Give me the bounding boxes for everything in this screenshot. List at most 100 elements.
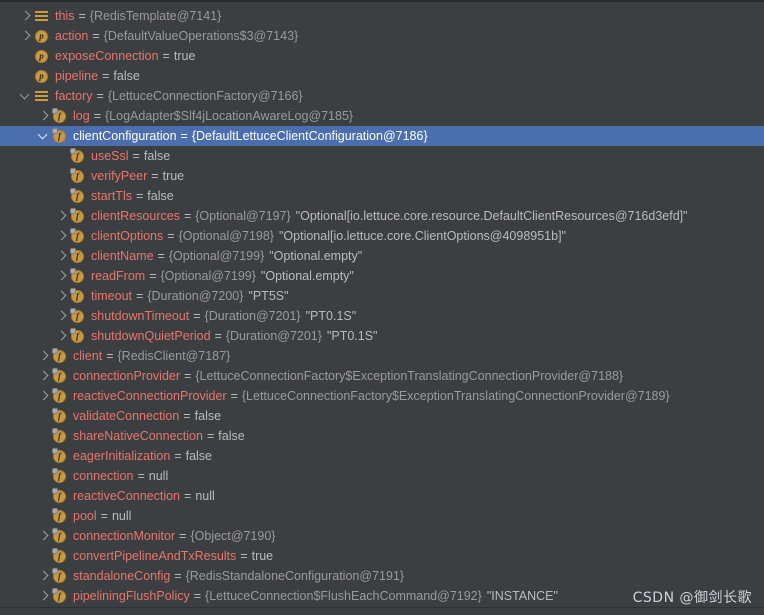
chevron-down-icon[interactable] [19, 86, 34, 106]
equals-sign: = [92, 29, 100, 43]
private-field-icon: f [52, 346, 69, 366]
value-string-preview: "Optional[io.lettuce.core.resource.Defau… [295, 209, 688, 223]
chevron-down-icon[interactable] [37, 126, 52, 146]
variable-name: pool [73, 509, 97, 523]
variable-name: connectionProvider [73, 369, 181, 383]
equals-sign: = [214, 329, 222, 343]
tree-row[interactable]: p exposeConnection = true [0, 46, 764, 66]
tree-row[interactable]: f pool = null [0, 506, 764, 526]
tree-row[interactable]: f startTls = false [0, 186, 764, 206]
chevron-right-icon[interactable] [55, 266, 70, 286]
variable-name: pipeline [55, 69, 99, 83]
chevron-right-icon[interactable] [37, 386, 52, 406]
variable-value: false [218, 429, 245, 443]
variable-value: false [143, 149, 171, 163]
variable-value: null [195, 489, 215, 503]
object-reference: {Optional@7197} [195, 209, 291, 223]
tree-row[interactable]: f shutdownTimeout = {Duration@7201} "PT0.1S" [0, 306, 764, 326]
chevron-right-icon[interactable] [55, 326, 70, 346]
variable-name: readFrom [91, 269, 146, 283]
chevron-right-icon[interactable] [55, 306, 70, 326]
tree-row[interactable]: f clientOptions = {Optional@7198} "Optional[… [0, 226, 764, 246]
object-reference: {Duration@7201} [225, 329, 322, 343]
chevron-right-icon[interactable] [37, 366, 52, 386]
variable-name: verifyPeer [91, 169, 148, 183]
chevron-right-icon[interactable] [37, 526, 52, 546]
chevron-right-icon[interactable] [55, 206, 70, 226]
parameter-icon: p [34, 46, 51, 66]
equals-sign: = [240, 549, 248, 563]
tree-row[interactable]: f convertPipelineAndTxResults = true [0, 546, 764, 566]
tree-row[interactable]: f clientResources = {Optional@7197} "Optiona… [0, 206, 764, 226]
tree-row[interactable]: f validateConnection = false [0, 406, 764, 426]
equals-sign: = [193, 309, 201, 323]
tree-row[interactable]: f shutdownQuietPeriod = {Duration@7201} "PT0… [0, 326, 764, 346]
equals-sign: = [184, 369, 192, 383]
tree-row[interactable]: f clientConfiguration = {DefaultLettuceClie… [0, 126, 764, 146]
tree-row[interactable]: f reactiveConnection = null [0, 486, 764, 506]
tree-row[interactable]: this = {RedisTemplate@7141} [0, 6, 764, 26]
tree-row[interactable]: f verifyPeer = true [0, 166, 764, 186]
tree-row[interactable]: f connectionMonitor = {Object@7190} [0, 526, 764, 546]
tree-row[interactable]: f clientName = {Optional@7199} "Optional.emp… [0, 246, 764, 266]
private-field-icon: f [70, 306, 87, 326]
chevron-right-icon[interactable] [55, 286, 70, 306]
private-field-icon: f [70, 266, 87, 286]
watermark-text: CSDN @御剑长歌 [632, 590, 752, 606]
tree-row[interactable]: f client = {RedisClient@7187} [0, 346, 764, 366]
tree-row[interactable]: p action = {DefaultValueOperations$3@7143} [0, 26, 764, 46]
chevron-right-icon[interactable] [55, 246, 70, 266]
tree-row[interactable]: f standaloneConfig = {RedisStandaloneConfig… [0, 566, 764, 586]
equals-sign: = [180, 129, 188, 143]
object-reference: {LogAdapter$Slf4jLocationAwareLog@7185} [105, 109, 354, 123]
variable-name: eagerInitialization [73, 449, 171, 463]
chevron-right-icon[interactable] [19, 6, 34, 26]
tree-row[interactable]: f reactiveConnectionProvider = {LettuceConn… [0, 386, 764, 406]
object-reference: {LettuceConnectionFactory$ExceptionTrans… [195, 369, 624, 383]
equals-sign: = [136, 289, 144, 303]
private-field-icon: f [70, 326, 87, 346]
chevron-right-icon[interactable] [19, 26, 34, 46]
equals-sign: = [132, 149, 140, 163]
variable-name: startTls [91, 189, 132, 203]
equals-sign: = [174, 449, 182, 463]
private-field-icon: f [70, 286, 87, 306]
tree-row[interactable]: f log = {LogAdapter$Slf4jLocationAwareLog@7… [0, 106, 764, 126]
tree-row[interactable]: f useSsl = false [0, 146, 764, 166]
variables-tree[interactable]: this = {RedisTemplate@7141} p action = {Defaul… [0, 6, 764, 606]
variable-value: null [148, 469, 169, 483]
equals-sign: = [179, 529, 187, 543]
private-field-icon: f [52, 446, 69, 466]
chevron-right-icon[interactable] [37, 586, 52, 606]
chevron-right-icon[interactable] [37, 346, 52, 366]
local-variable-icon [34, 86, 51, 106]
tree-row[interactable]: f shareNativeConnection = false [0, 426, 764, 446]
object-reference: {RedisStandaloneConfiguration@7191} [185, 569, 405, 583]
variable-name: shutdownQuietPeriod [91, 329, 211, 343]
tree-row[interactable]: f readFrom = {Optional@7199} "Optional.empty… [0, 266, 764, 286]
equals-sign: = [102, 69, 110, 83]
chevron-right-icon[interactable] [37, 106, 52, 126]
chevron-right-icon[interactable] [37, 566, 52, 586]
variable-name: connectionMonitor [73, 529, 176, 543]
object-reference: {DefaultValueOperations$3@7143} [103, 29, 299, 43]
tree-row[interactable]: f connection = null [0, 466, 764, 486]
tree-row[interactable]: p pipeline = false [0, 66, 764, 86]
tree-row[interactable]: f eagerInitialization = false [0, 446, 764, 466]
chevron-right-icon[interactable] [55, 226, 70, 246]
tree-row[interactable]: factory = {LettuceConnectionFactory@7166} [0, 86, 764, 106]
tree-row[interactable]: f connectionProvider = {LettuceConnectionFa… [0, 366, 764, 386]
value-string-preview: "Optional.empty" [269, 249, 363, 263]
equals-sign: = [151, 169, 159, 183]
tree-row[interactable]: f timeout = {Duration@7200} "PT5S" [0, 286, 764, 306]
